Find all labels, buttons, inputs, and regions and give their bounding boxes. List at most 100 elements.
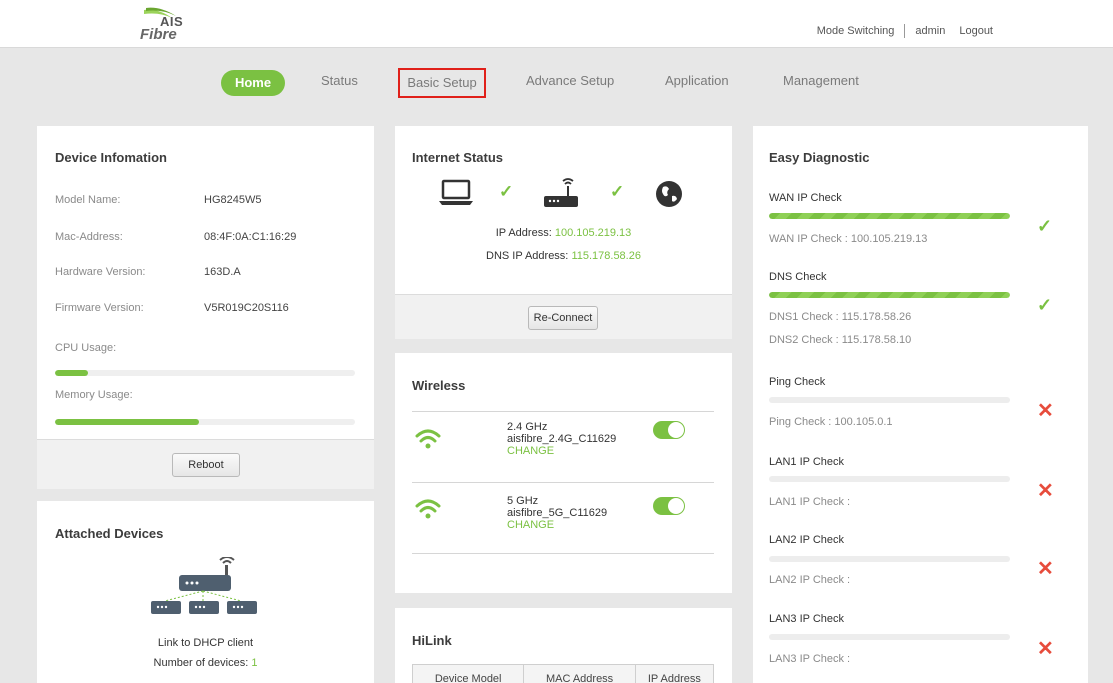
logo-fibre-text: Fibre <box>140 26 177 43</box>
cpu-usage-fill <box>55 370 88 376</box>
main-nav: Home Status Basic Setup Advance Setup Ap… <box>0 66 1113 102</box>
wifi-change-link[interactable]: CHANGE <box>507 445 616 457</box>
reconnect-button[interactable]: Re-Connect <box>528 306 598 330</box>
device-count-label: Number of devices: <box>153 657 249 669</box>
device-count-line: Number of devices: 1 <box>37 657 374 669</box>
mac-value: 08:4F:0A:C1:16:29 <box>204 231 297 243</box>
dhcp-link-text: Link to DHCP client <box>157 637 254 649</box>
mac-label: Mac-Address: <box>55 231 123 243</box>
dns-address-value: 115.178.58.26 <box>571 250 641 262</box>
cpu-usage-label: CPU Usage: <box>55 342 117 354</box>
wan-check-fill <box>769 213 1010 219</box>
toggle-knob <box>668 422 684 438</box>
router-icon <box>544 178 578 207</box>
laptop-icon <box>439 179 473 205</box>
wifi-icon <box>415 499 441 519</box>
lan2-check-detail: LAN2 IP Check : <box>769 574 851 586</box>
lan2-check-label: LAN2 IP Check <box>769 534 845 546</box>
reboot-button[interactable]: Reboot <box>172 453 240 477</box>
wireless-divider <box>412 482 714 483</box>
globe-icon <box>656 181 682 207</box>
ping-check-label: Ping Check <box>769 376 826 388</box>
wireless-title: Wireless <box>412 378 466 393</box>
dns-check-label: DNS Check <box>769 271 827 283</box>
wireless-card: Wireless 2.4 GHz aisfibre_2.4G_C11629 CH… <box>395 353 732 593</box>
ping-check-detail: Ping Check : 100.105.0.1 <box>769 416 893 428</box>
nav-home[interactable]: Home <box>221 70 285 96</box>
nav-basic-setup[interactable]: Basic Setup <box>398 68 486 98</box>
firmware-value: V5R019C20S116 <box>204 302 289 314</box>
wifi-band-5: 5 GHz aisfibre_5G_C11629 CHANGE <box>507 495 607 531</box>
internet-status-card: Internet Status ✓ ✓ IP Address: 100.105.… <box>395 126 732 339</box>
device-footer: Reboot <box>37 439 374 489</box>
dns-address-line: DNS IP Address: 115.178.58.26 <box>395 250 732 262</box>
wifi-ssid: aisfibre_5G_C11629 <box>507 507 608 519</box>
wifi-change-link[interactable]: CHANGE <box>507 519 607 531</box>
wan-check-label: WAN IP Check <box>769 192 842 204</box>
wan-check-detail: WAN IP Check : 100.105.219.13 <box>769 233 928 245</box>
wan-check-bar <box>769 213 1010 219</box>
device-info-card: Device Infomation Model Name: HG8245W5 M… <box>37 126 374 489</box>
dns-check-ok-icon: ✓ <box>1037 295 1053 315</box>
wireless-divider <box>412 553 714 554</box>
dns2-check-detail: DNS2 Check : 115.178.58.10 <box>769 334 912 346</box>
lan2-check-fail-icon: ✕ <box>1037 558 1054 580</box>
dns-address-label: DNS IP Address: <box>486 250 569 262</box>
hilink-col-device-model: Device Model <box>413 665 525 683</box>
lan3-check-fail-icon: ✕ <box>1037 638 1054 660</box>
device-info-title: Device Infomation <box>55 150 167 165</box>
ip-address-line: IP Address: 100.105.219.13 <box>395 227 732 239</box>
ais-fibre-logo[interactable]: AIS Fibre <box>120 6 200 46</box>
user-link[interactable]: admin <box>915 25 945 37</box>
wifi-band-24: 2.4 GHz aisfibre_2.4G_C11629 CHANGE <box>507 421 616 457</box>
model-label: Model Name: <box>55 194 121 206</box>
device-count-value[interactable]: 1 <box>251 657 257 669</box>
hilink-card: HiLink Device Model MAC Address IP Addre… <box>395 608 732 683</box>
memory-usage-fill <box>55 419 199 425</box>
nav-advance-setup[interactable]: Advance Setup <box>526 73 614 88</box>
ping-check-fail-icon: ✕ <box>1037 400 1054 422</box>
lan3-check-label: LAN3 IP Check <box>769 613 845 625</box>
hardware-value: 163D.A <box>204 266 241 278</box>
nav-management[interactable]: Management <box>783 73 859 88</box>
lan1-check-detail: LAN1 IP Check : <box>769 496 851 508</box>
wireless-divider <box>412 411 714 412</box>
logout-link[interactable]: Logout <box>959 25 993 37</box>
hilink-col-ip: IP Address <box>647 673 701 683</box>
ip-address-value: 100.105.219.13 <box>554 227 632 239</box>
lan3-check-bar <box>769 634 1010 640</box>
wifi-24-toggle[interactable] <box>653 421 685 439</box>
toggle-knob <box>668 498 684 514</box>
wifi-icon <box>415 429 441 449</box>
easy-diagnostic-title: Easy Diagnostic <box>769 150 870 165</box>
memory-usage-label: Memory Usage: <box>55 389 133 401</box>
attached-devices-title: Attached Devices <box>55 526 164 541</box>
nav-application[interactable]: Application <box>665 73 729 88</box>
hilink-title: HiLink <box>412 633 452 648</box>
lan1-check-label: LAN1 IP Check <box>769 456 845 468</box>
memory-usage-bar <box>55 419 355 425</box>
ping-check-bar <box>769 397 1010 403</box>
nav-status[interactable]: Status <box>321 73 358 88</box>
internet-footer: Re-Connect <box>395 294 732 339</box>
wifi-band-label: 2.4 GHz <box>507 421 548 433</box>
wifi-band-label: 5 GHz <box>507 495 539 507</box>
wan-check-ok-icon: ✓ <box>1037 216 1053 236</box>
internet-status-title: Internet Status <box>412 150 504 165</box>
attached-devices-card: Attached Devices Link to DHCP client Num… <box>37 501 374 683</box>
mode-switching-link[interactable]: Mode Switching <box>817 25 895 37</box>
dns-check-bar <box>769 292 1010 298</box>
header-divider <box>904 24 906 38</box>
hardware-label: Hardware Version: <box>55 266 146 278</box>
cpu-usage-bar <box>55 370 355 376</box>
dns1-check-detail: DNS1 Check : 115.178.58.26 <box>769 311 912 323</box>
easy-diagnostic-card: Easy Diagnostic WAN IP Check WAN IP Chec… <box>753 126 1088 683</box>
ip-address-label: IP Address: <box>495 227 552 239</box>
hilink-table-header: Device Model MAC Address IP Address <box>412 664 714 683</box>
network-topology-icon <box>151 557 257 614</box>
lan1-check-fail-icon: ✕ <box>1037 480 1054 502</box>
wifi-5-toggle[interactable] <box>653 497 685 515</box>
header-links: Mode Switching admin Logout <box>817 24 993 38</box>
dns-check-fill <box>769 292 1010 298</box>
hilink-col-mac: MAC Address <box>524 665 636 683</box>
